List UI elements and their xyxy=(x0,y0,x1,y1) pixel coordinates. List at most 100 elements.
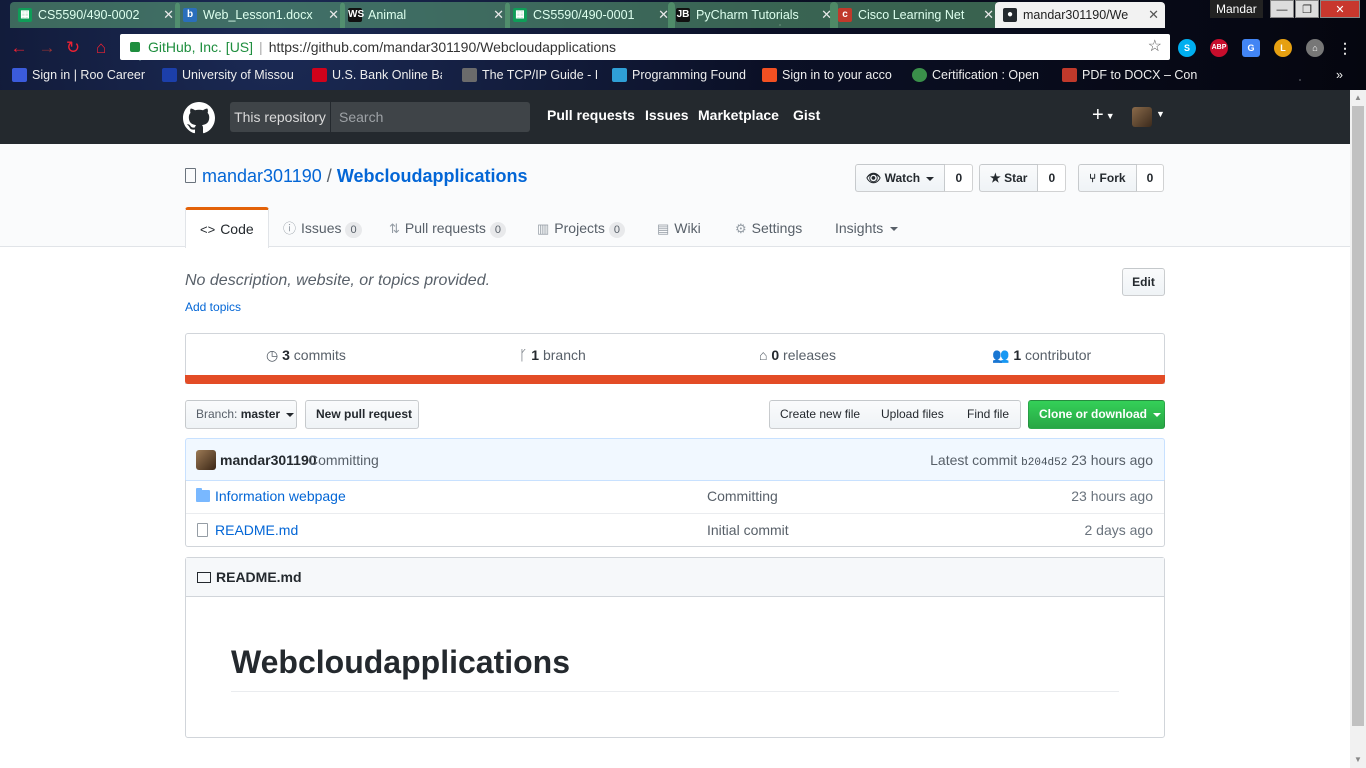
repo-icon xyxy=(185,168,196,183)
book-icon: ▤ xyxy=(657,221,670,236)
upload-files-button[interactable]: Upload files xyxy=(871,400,958,429)
tab-insights[interactable]: Insights xyxy=(835,207,899,247)
commits-summary[interactable]: ◷ 3 commits xyxy=(266,347,346,364)
tab-close-icon[interactable]: ✕ xyxy=(1148,2,1159,28)
github-logo-icon[interactable] xyxy=(183,102,215,134)
nav-marketplace[interactable]: Marketplace xyxy=(698,107,779,123)
bookmark-favicon-icon xyxy=(12,68,27,82)
bookmark-favicon-icon xyxy=(912,68,927,82)
browser-tab[interactable]: JB PyCharm Tutorials ✕ xyxy=(668,2,838,28)
scroll-down-icon[interactable]: ▼ xyxy=(1350,752,1366,768)
projects-counter: 0 xyxy=(608,222,625,238)
nav-issues[interactable]: Issues xyxy=(645,107,689,123)
google-translate-icon[interactable]: G xyxy=(1242,39,1260,57)
address-bar[interactable]: GitHub, Inc. [US] | https://github.com/man… xyxy=(120,34,1170,60)
find-file-button[interactable]: Find file xyxy=(957,400,1021,429)
tab-projects[interactable]: ▥ Projects 0 xyxy=(537,207,625,247)
file-name-link[interactable]: Information webpage xyxy=(215,488,346,504)
bookmarks-overflow-icon[interactable]: » xyxy=(1336,66,1356,84)
commit-message[interactable]: Committing xyxy=(308,452,379,468)
browser-tab[interactable]: ▦ CS5590/490-0002 ✕ xyxy=(10,2,180,28)
bookmark-item[interactable]: University of Missou xyxy=(162,66,297,84)
bookmark-item[interactable]: Sign in | Roo Career xyxy=(12,66,152,84)
avatar-dropdown-caret-icon[interactable]: ▼ xyxy=(1156,109,1165,119)
browser-tab[interactable]: c Cisco Learning Net ✕ xyxy=(830,2,1000,28)
commit-author[interactable]: mandar301190 xyxy=(220,452,317,468)
repo-name-link[interactable]: Webcloudapplications xyxy=(337,166,528,186)
bookmark-item[interactable]: The TCP/IP Guide - In xyxy=(462,66,597,84)
close-window-button[interactable]: ✕ xyxy=(1320,0,1360,18)
tab-wiki[interactable]: ▤ Wiki xyxy=(657,207,701,247)
tab-pull-requests[interactable]: ⇅ Pull requests 0 xyxy=(389,207,506,247)
file-age: 23 hours ago xyxy=(1071,488,1153,504)
bookmark-item[interactable]: PDF to DOCX – Conv xyxy=(1062,66,1197,84)
lastpass-icon[interactable]: L xyxy=(1274,39,1292,57)
tab-close-icon[interactable]: ✕ xyxy=(983,2,994,28)
bookmark-item[interactable]: Certification : Open xyxy=(912,66,1042,84)
create-new-file-button[interactable]: Create new file xyxy=(769,400,872,429)
profile-button[interactable]: Mandar xyxy=(1210,0,1263,18)
nav-gist[interactable]: Gist xyxy=(793,107,820,123)
minimize-button[interactable]: — xyxy=(1270,0,1294,18)
commit-sha[interactable]: b204d52 xyxy=(1021,457,1067,469)
tab-settings[interactable]: ⚙ Settings xyxy=(735,207,802,247)
home-extension-icon[interactable]: ⌂ xyxy=(1306,39,1324,57)
back-icon[interactable]: ← xyxy=(8,37,30,59)
browser-tab[interactable]: ▦ CS5590/490-0001 ✕ xyxy=(505,2,675,28)
file-commit-message[interactable]: Committing xyxy=(707,488,778,504)
add-topics-link[interactable]: Add topics xyxy=(185,300,241,314)
new-pull-request-button[interactable]: New pull request xyxy=(305,400,419,429)
home-icon[interactable]: ⌂ xyxy=(90,37,112,59)
tab-close-icon[interactable]: ✕ xyxy=(163,2,174,28)
bookmark-star-icon[interactable]: ☆ xyxy=(1148,34,1162,60)
tab-issues[interactable]: ⓘ Issues 0 xyxy=(283,207,362,247)
readme-header: README.md xyxy=(186,558,1164,597)
issue-icon: ⓘ xyxy=(283,221,297,236)
star-count[interactable]: 0 xyxy=(1038,164,1067,192)
file-name-link[interactable]: README.md xyxy=(215,522,298,538)
forward-icon[interactable]: → xyxy=(36,37,58,59)
adblock-plus-icon[interactable]: ABP xyxy=(1210,39,1228,57)
tab-close-icon[interactable]: ✕ xyxy=(493,2,504,28)
scroll-up-icon[interactable]: ▲ xyxy=(1350,90,1366,106)
branch-select-button[interactable]: Branch: master xyxy=(185,400,297,429)
fork-button[interactable]: ⑂ Fork xyxy=(1078,164,1137,192)
watch-button[interactable]: 👁 Watch xyxy=(855,164,946,192)
sheets-icon: ▦ xyxy=(18,8,32,22)
browser-tab[interactable]: WS Animal ✕ xyxy=(340,2,510,28)
commit-author-avatar[interactable] xyxy=(196,450,216,470)
code-icon: <> xyxy=(200,222,216,237)
edit-description-button[interactable]: Edit xyxy=(1122,268,1165,296)
bookmark-item[interactable]: Sign in to your acco xyxy=(762,66,897,84)
browser-tab[interactable]: b Web_Lesson1.docx ✕ xyxy=(175,2,345,28)
file-commit-message[interactable]: Initial commit xyxy=(707,522,789,538)
tab-code[interactable]: <> Code xyxy=(185,207,269,248)
tab-close-icon[interactable]: ✕ xyxy=(328,2,339,28)
watch-count[interactable]: 0 xyxy=(945,164,974,192)
branch-summary[interactable]: ᚴ 1 branch xyxy=(519,347,586,363)
fork-group: ⑂ Fork 0 xyxy=(1078,164,1165,192)
fork-count[interactable]: 0 xyxy=(1136,164,1165,192)
star-button[interactable]: ★ Star xyxy=(979,164,1039,192)
repo-owner-link[interactable]: mandar301190 xyxy=(202,166,322,186)
nav-pull-requests[interactable]: Pull requests xyxy=(547,107,635,123)
search-input[interactable] xyxy=(332,102,530,132)
create-new-dropdown[interactable]: + ▼ xyxy=(1092,105,1115,126)
user-avatar[interactable] xyxy=(1132,107,1152,127)
skype-icon[interactable]: S xyxy=(1178,39,1196,57)
clone-or-download-button[interactable]: Clone or download xyxy=(1028,400,1165,429)
menu-icon[interactable]: ⋮ xyxy=(1336,39,1354,57)
reload-icon[interactable]: ↻ xyxy=(62,37,84,59)
cisco-icon: c xyxy=(838,8,852,22)
releases-summary[interactable]: ⌂ 0 releases xyxy=(759,347,836,363)
browser-chrome: ▦ CS5590/490-0002 ✕ b Web_Lesson1.docx ✕… xyxy=(0,0,1366,90)
language-bar[interactable] xyxy=(185,375,1165,384)
browser-tab-active[interactable]: ● mandar301190/We ✕ xyxy=(995,2,1165,28)
scrollbar-thumb[interactable] xyxy=(1352,106,1364,726)
bookmark-item[interactable]: Programming Found xyxy=(612,66,747,84)
restore-button[interactable]: ❐ xyxy=(1295,0,1319,18)
sheets-icon: ▦ xyxy=(513,8,527,22)
page-scrollbar[interactable]: ▲ ▼ xyxy=(1350,90,1366,768)
contributors-summary[interactable]: 👥 1 contributor xyxy=(992,347,1091,364)
bookmark-item[interactable]: U.S. Bank Online Ba xyxy=(312,66,442,84)
